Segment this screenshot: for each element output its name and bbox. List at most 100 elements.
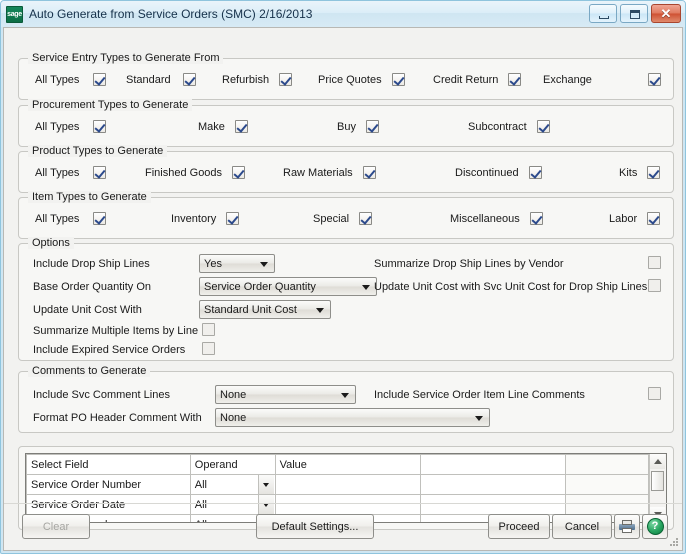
checkbox-box[interactable] <box>93 166 107 179</box>
checkbox-update-unit-cost-svc[interactable] <box>648 279 661 292</box>
footer-button-bar: Clear Default Settings... Proceed Cancel… <box>4 503 682 550</box>
cell-extra-1[interactable] <box>420 474 567 495</box>
select-value: None <box>220 411 247 424</box>
column-header-value[interactable]: Value <box>274 454 422 475</box>
update-unit-cost-svc-label: Update Unit Cost with Svc Unit Cost for … <box>374 281 648 293</box>
checkbox-label: Credit Return <box>433 73 499 86</box>
checkbox-box[interactable] <box>226 212 240 225</box>
checkbox-box[interactable] <box>93 120 107 133</box>
cell-operand[interactable]: All <box>189 474 276 495</box>
help-button[interactable]: ? <box>642 514 668 539</box>
table-header-row: Select Field Operand Value <box>26 454 649 475</box>
checkbox-label: Inventory <box>171 212 217 225</box>
checkbox-box[interactable] <box>365 120 379 133</box>
checkbox-box[interactable] <box>234 120 248 133</box>
window-controls: ✕ <box>589 4 681 23</box>
checkbox-standard[interactable]: Standard <box>126 73 196 86</box>
checkbox-kits[interactable]: Kits <box>619 166 661 179</box>
checkbox-box[interactable] <box>648 73 661 86</box>
format-po-header-comment-select[interactable]: None <box>215 408 490 427</box>
chevron-down-icon[interactable] <box>257 475 274 494</box>
scrollbar-thumb[interactable] <box>651 471 664 491</box>
checkbox-box[interactable] <box>232 166 246 179</box>
scroll-up-icon[interactable] <box>650 454 665 469</box>
checkbox-all-types-item[interactable]: All Types <box>35 212 107 225</box>
checkbox-summarize-drop-ship-by-vendor[interactable] <box>648 256 661 269</box>
checkbox-all-types-product[interactable]: All Types <box>35 166 107 179</box>
checkbox-credit-return[interactable]: Credit Return <box>433 73 522 86</box>
checkbox-include-expired-orders[interactable] <box>202 342 215 355</box>
proceed-button[interactable]: Proceed <box>488 514 550 539</box>
column-header-extra-2[interactable] <box>565 454 649 475</box>
checkbox-inventory[interactable]: Inventory <box>171 212 240 225</box>
printer-icon <box>619 520 635 533</box>
checkbox-include-item-line-comments[interactable] <box>648 387 661 400</box>
column-header-operand[interactable]: Operand <box>189 454 276 475</box>
checkbox-label: All Types <box>35 73 80 86</box>
checkbox-box[interactable] <box>362 166 376 179</box>
update-unit-cost-with-select[interactable]: Standard Unit Cost <box>199 300 331 319</box>
checkbox-box[interactable] <box>528 166 542 179</box>
checkbox-buy[interactable]: Buy <box>337 120 379 133</box>
checkbox-refurbish[interactable]: Refurbish <box>222 73 293 86</box>
cancel-button-label: Cancel <box>564 520 600 533</box>
checkbox-label: Price Quotes <box>318 73 382 86</box>
checkbox-box[interactable] <box>647 212 661 225</box>
checkbox-all-types-procurement[interactable]: All Types <box>35 120 107 133</box>
checkbox-raw-materials[interactable]: Raw Materials <box>283 166 376 179</box>
cell-select-field[interactable]: Service Order Number <box>26 474 191 495</box>
chevron-down-icon <box>260 262 268 267</box>
checkbox-label: Miscellaneous <box>450 212 520 225</box>
base-order-quantity-on-label: Base Order Quantity On <box>33 281 151 293</box>
dialog-window: sage Auto Generate from Service Orders (… <box>0 0 686 554</box>
checkbox-box[interactable] <box>93 73 107 86</box>
base-order-quantity-on-select[interactable]: Service Order Quantity <box>199 277 377 296</box>
checkbox-box[interactable] <box>536 120 550 133</box>
checkbox-box[interactable] <box>279 73 293 86</box>
clear-button[interactable]: Clear <box>22 514 90 539</box>
summarize-drop-ship-by-vendor-label: Summarize Drop Ship Lines by Vendor <box>374 258 564 270</box>
checkbox-labor[interactable]: Labor <box>609 212 661 225</box>
print-button[interactable] <box>614 514 640 539</box>
checkbox-exchange[interactable]: Exchange <box>543 73 661 86</box>
checkbox-box[interactable] <box>182 73 196 86</box>
checkbox-miscellaneous[interactable]: Miscellaneous <box>450 212 543 225</box>
minimize-icon <box>599 16 609 19</box>
select-value: Standard Unit Cost <box>204 303 297 316</box>
include-drop-ship-lines-select[interactable]: Yes <box>199 254 275 273</box>
checkbox-make[interactable]: Make <box>198 120 248 133</box>
minimize-button[interactable] <box>589 4 617 23</box>
checkbox-box[interactable] <box>529 212 543 225</box>
checkbox-box[interactable] <box>508 73 522 86</box>
include-drop-ship-lines-label: Include Drop Ship Lines <box>33 258 150 270</box>
checkbox-discontinued[interactable]: Discontinued <box>455 166 542 179</box>
table-row[interactable]: Service Order Number All <box>26 474 649 495</box>
chevron-down-icon <box>316 308 324 313</box>
cell-extra-2[interactable] <box>565 474 649 495</box>
column-header-select-field[interactable]: Select Field <box>26 454 191 475</box>
default-settings-button[interactable]: Default Settings... <box>256 514 374 539</box>
checkbox-finished-goods[interactable]: Finished Goods <box>145 166 246 179</box>
cell-value[interactable] <box>274 474 422 495</box>
cancel-button[interactable]: Cancel <box>552 514 612 539</box>
chevron-down-icon <box>475 416 483 421</box>
checkbox-box[interactable] <box>391 73 405 86</box>
item-types-group: Item Types to Generate All Types Invento… <box>18 191 674 239</box>
checkbox-box[interactable] <box>647 166 661 179</box>
resize-grip[interactable] <box>670 538 679 547</box>
checkbox-summarize-multiple-items[interactable] <box>202 323 215 336</box>
checkbox-all-types-service[interactable]: All Types <box>35 73 107 86</box>
help-icon: ? <box>646 518 664 535</box>
comments-group: Comments to Generate Include Svc Comment… <box>18 365 674 433</box>
restore-button[interactable] <box>620 4 648 23</box>
checkbox-special[interactable]: Special <box>313 212 373 225</box>
checkbox-subcontract[interactable]: Subcontract <box>468 120 550 133</box>
sage-logo-icon: sage <box>6 5 23 23</box>
checkbox-box[interactable] <box>93 212 107 225</box>
close-button[interactable]: ✕ <box>651 4 681 23</box>
include-svc-comment-lines-select[interactable]: None <box>215 385 356 404</box>
checkbox-box[interactable] <box>359 212 373 225</box>
item-types-legend: Item Types to Generate <box>28 191 151 203</box>
column-header-extra-1[interactable] <box>420 454 567 475</box>
checkbox-price-quotes[interactable]: Price Quotes <box>318 73 405 86</box>
